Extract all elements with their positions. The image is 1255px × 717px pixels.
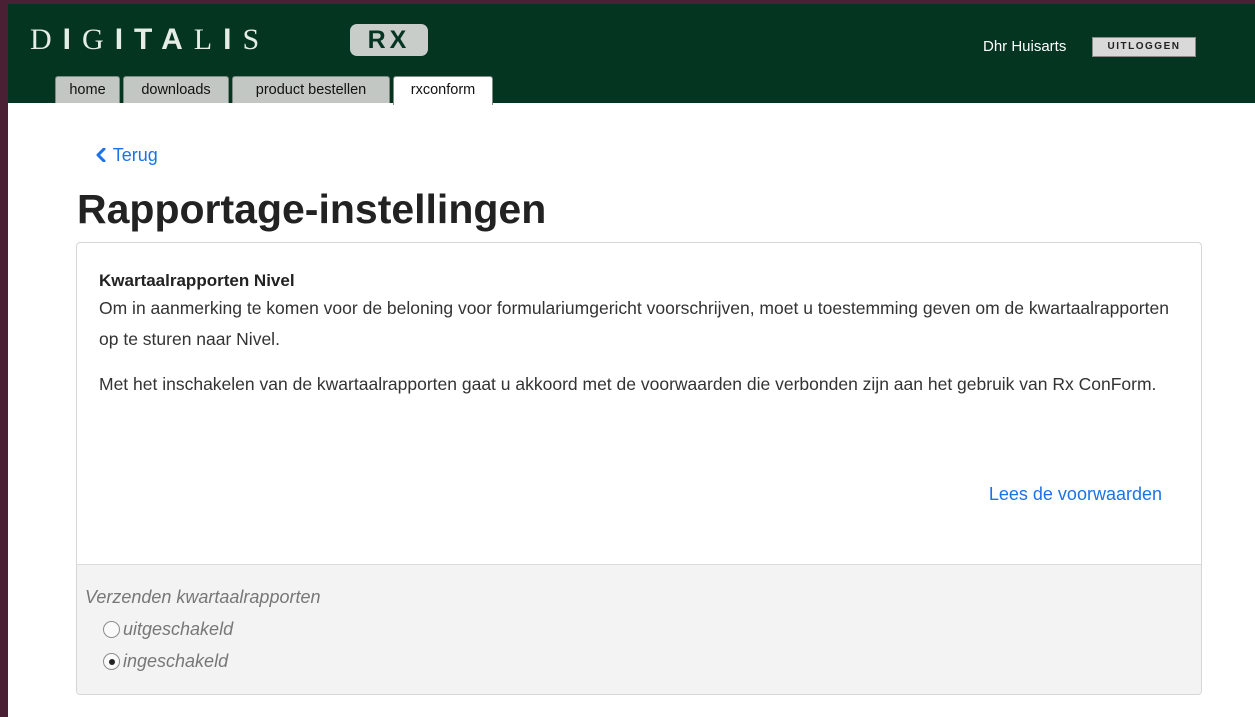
back-link-label: Terug <box>112 145 158 165</box>
settings-footer: Verzenden kwartaalrapporten uitgeschakel… <box>77 564 1201 694</box>
radio-option-disabled[interactable]: uitgeschakeld <box>103 616 233 642</box>
info-paragraph-1: Om in aanmerking te komen voor de beloni… <box>99 298 1169 349</box>
rx-logo-badge: RX <box>350 24 428 56</box>
radio-label: ingeschakeld <box>123 651 229 671</box>
setting-label: Verzenden kwartaalrapporten <box>85 587 321 607</box>
info-paragraph-2: Met het inschakelen van de kwartaalrappo… <box>99 374 1157 394</box>
tab-home[interactable]: home <box>55 76 120 103</box>
panel-body: Kwartaalrapporten Nivel Om in aanmerking… <box>99 269 1179 400</box>
radio-option-enabled[interactable]: ingeschakeld <box>103 648 228 674</box>
back-link[interactable]: Terug <box>94 143 158 167</box>
tab-product-bestellen[interactable]: product bestellen <box>232 76 390 103</box>
window-frame-left <box>0 0 8 717</box>
panel-heading: Kwartaalrapporten Nivel <box>99 271 295 290</box>
user-name: Dhr Huisarts <box>983 38 1067 55</box>
tab-downloads[interactable]: downloads <box>123 76 229 103</box>
radio-button-selected[interactable] <box>103 653 120 670</box>
chevron-left-icon <box>96 148 106 162</box>
report-settings-panel: Kwartaalrapporten Nivel Om in aanmerking… <box>76 242 1202 695</box>
radio-label: uitgeschakeld <box>123 619 234 639</box>
digitalis-logo[interactable]: DIGITALIS <box>30 22 270 58</box>
radio-button[interactable] <box>103 621 120 638</box>
site-header: DIGITALIS RX Dhr Huisarts UITLOGGEN home… <box>8 4 1255 105</box>
tab-rxconform[interactable]: rxconform <box>393 76 493 105</box>
logout-button[interactable]: UITLOGGEN <box>1092 37 1196 57</box>
terms-link[interactable]: Lees de voorwaarden <box>989 482 1162 506</box>
page-title: Rapportage-instellingen <box>77 186 547 232</box>
